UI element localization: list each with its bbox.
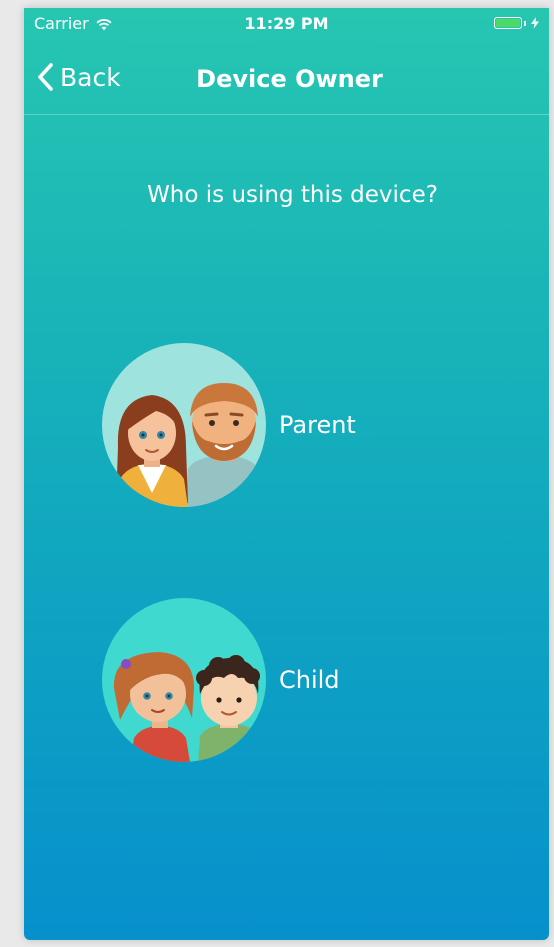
- parents-illustration: [102, 343, 266, 507]
- child-option[interactable]: Child: [102, 598, 340, 762]
- parent-option[interactable]: Parent: [102, 343, 356, 507]
- status-time: 11:29 PM: [244, 14, 329, 33]
- navigation-bar: Back Device Owner: [24, 44, 549, 115]
- child-label: Child: [279, 666, 340, 694]
- battery-tip: [524, 20, 526, 26]
- parent-label: Parent: [279, 411, 356, 439]
- battery-icon: [494, 17, 522, 29]
- status-bar: Carrier 11:29 PM: [24, 8, 549, 40]
- battery-fill: [496, 19, 520, 27]
- prompt-text: Who is using this device?: [147, 182, 438, 208]
- battery-indicator: [494, 17, 539, 29]
- page-title: Device Owner: [196, 65, 383, 93]
- device-screen: Carrier 11:29 PM Back Device Owner Who i…: [24, 8, 549, 940]
- children-illustration: [102, 598, 266, 762]
- children-avatar-icon[interactable]: [102, 598, 266, 762]
- parents-avatar-icon[interactable]: [102, 343, 266, 507]
- charging-bolt-icon: [531, 17, 539, 29]
